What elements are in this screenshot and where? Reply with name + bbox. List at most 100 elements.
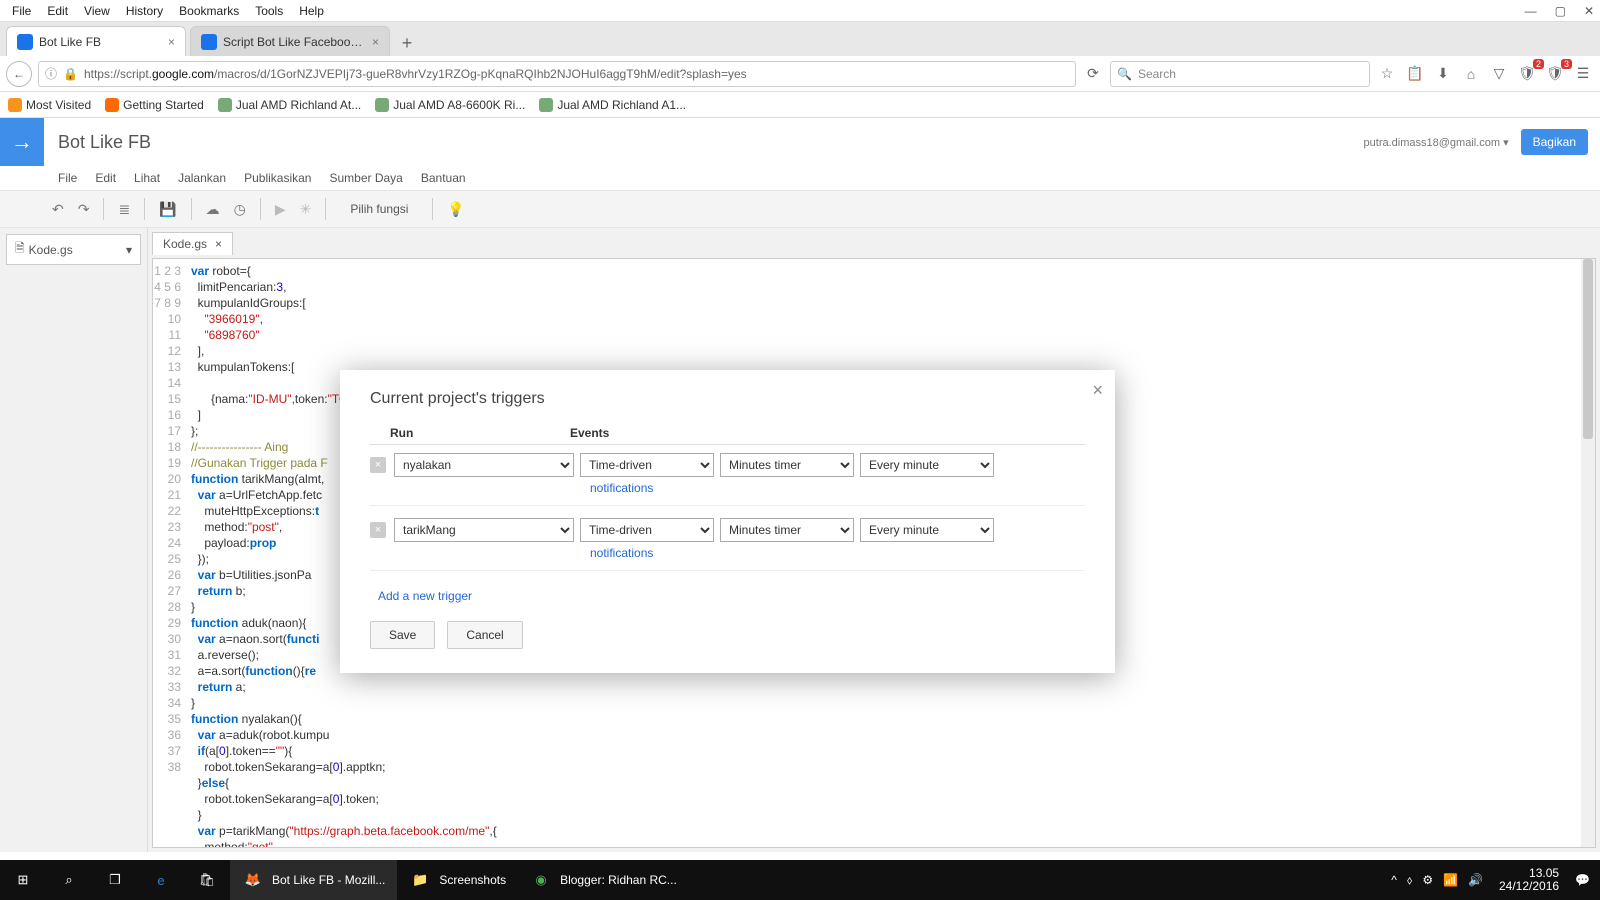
- undo-icon[interactable]: ↶: [52, 201, 64, 218]
- menu-edit[interactable]: Edit: [39, 2, 76, 20]
- menu-bookmarks[interactable]: Bookmarks: [171, 2, 247, 20]
- browser-tab[interactable]: Script Bot Like Facebook -... ×: [190, 26, 390, 56]
- menu-help[interactable]: Help: [291, 2, 332, 20]
- run-select[interactable]: tarikMang: [394, 518, 574, 542]
- menu-tools[interactable]: Tools: [247, 2, 291, 20]
- share-button[interactable]: Bagikan: [1521, 129, 1588, 155]
- bulb-icon[interactable]: 💡: [447, 201, 464, 218]
- timer-type-select[interactable]: Minutes timer: [720, 518, 854, 542]
- gas-menu-run[interactable]: Jalankan: [178, 171, 226, 185]
- gas-menu-view[interactable]: Lihat: [134, 171, 160, 185]
- tray-icon[interactable]: ⬨: [1407, 873, 1412, 888]
- taskbar-item[interactable]: ◉Blogger: Ridhan RC...: [518, 860, 689, 900]
- timer-interval-select[interactable]: Every minute: [860, 518, 994, 542]
- menu-file[interactable]: File: [4, 2, 39, 20]
- reload-button[interactable]: ⟳: [1082, 65, 1104, 82]
- menu-view[interactable]: View: [76, 2, 118, 20]
- gas-menu-help[interactable]: Bantuan: [421, 171, 466, 185]
- close-tab-icon[interactable]: ×: [168, 35, 175, 49]
- bookmark-item[interactable]: Most Visited: [8, 98, 91, 112]
- bookmark-item[interactable]: Jual AMD Richland At...: [218, 98, 361, 112]
- close-window-button[interactable]: ✕: [1584, 4, 1594, 18]
- menu-history[interactable]: History: [118, 2, 171, 20]
- dialog-close-icon[interactable]: ×: [1092, 380, 1103, 401]
- tray-settings-icon[interactable]: ⚙: [1422, 873, 1433, 887]
- tray-wifi-icon[interactable]: 📶: [1443, 873, 1458, 887]
- col-events: Events: [570, 426, 609, 440]
- add-trigger-link[interactable]: Add a new trigger: [370, 575, 1085, 621]
- bookmark-icon: [8, 98, 22, 112]
- home-icon[interactable]: ⌂: [1460, 66, 1482, 82]
- taskbar-item[interactable]: 📁Screenshots: [397, 860, 518, 900]
- back-button[interactable]: ←: [6, 61, 32, 87]
- save-button[interactable]: Save: [370, 621, 435, 649]
- project-title[interactable]: Bot Like FB: [58, 132, 1364, 153]
- search-box[interactable]: 🔍 Search: [1110, 61, 1370, 87]
- clipboard-icon[interactable]: 📋: [1404, 65, 1426, 82]
- file-item[interactable]: 🗎Kode.gs ▾: [6, 234, 141, 265]
- notifications-link[interactable]: notifications: [590, 481, 653, 495]
- editor-tab[interactable]: Kode.gs ×: [152, 232, 233, 255]
- function-selector[interactable]: Pilih fungsi: [340, 202, 418, 216]
- bookmark-item[interactable]: Getting Started: [105, 98, 204, 112]
- pocket-icon[interactable]: ▽: [1488, 65, 1510, 82]
- close-editor-tab-icon[interactable]: ×: [215, 237, 222, 251]
- taskbar-label: Blogger: Ridhan RC...: [560, 873, 677, 887]
- bookmark-star-icon[interactable]: ☆: [1376, 65, 1398, 82]
- taskbar-clock[interactable]: 13.05 24/12/2016: [1493, 867, 1565, 893]
- gas-menu-resources[interactable]: Sumber Daya: [329, 171, 402, 185]
- cancel-button[interactable]: Cancel: [447, 621, 522, 649]
- file-dropdown-icon[interactable]: ▾: [126, 243, 132, 257]
- gas-menu-publish[interactable]: Publikasikan: [244, 171, 311, 185]
- redo-icon[interactable]: ↷: [78, 201, 90, 218]
- gas-menubar: File Edit Lihat Jalankan Publikasikan Su…: [0, 166, 1600, 190]
- gas-menu-file[interactable]: File: [58, 171, 77, 185]
- taskbar-label: Screenshots: [439, 873, 506, 887]
- hamburger-menu-icon[interactable]: ☰: [1572, 65, 1594, 82]
- browser-tab-active[interactable]: Bot Like FB ×: [6, 26, 186, 56]
- timer-type-select[interactable]: Minutes timer: [720, 453, 854, 477]
- close-tab-icon[interactable]: ×: [372, 35, 379, 49]
- tab-favicon-icon: [201, 34, 217, 50]
- tray-volume-icon[interactable]: 🔊: [1468, 873, 1483, 887]
- timer-interval-select[interactable]: Every minute: [860, 453, 994, 477]
- addon-badge-icon[interactable]: 🛡: [1516, 65, 1538, 82]
- gas-toolbar: ↶ ↷ ≣ 💾 ☁ ◷ ▶ ✳ Pilih fungsi 💡: [0, 190, 1600, 228]
- event-select[interactable]: Time-driven: [580, 453, 714, 477]
- gas-menu-edit[interactable]: Edit: [95, 171, 116, 185]
- taskbar-item[interactable]: ⌕: [46, 860, 92, 900]
- cloud-icon[interactable]: ☁: [206, 201, 220, 218]
- account-menu[interactable]: putra.dimass18@gmail.com ▾: [1364, 136, 1509, 149]
- taskbar-item[interactable]: ❐: [92, 860, 138, 900]
- url-box[interactable]: ⓘ 🔒 https://script.google.com/macros/d/1…: [38, 61, 1076, 87]
- site-info-icon[interactable]: ⓘ: [45, 65, 57, 82]
- new-tab-button[interactable]: +: [394, 30, 420, 56]
- taskbar-item[interactable]: 🛍: [184, 860, 230, 900]
- address-bar: ← ⓘ 🔒 https://script.google.com/macros/d…: [0, 56, 1600, 92]
- downloads-icon[interactable]: ⬇: [1432, 65, 1454, 82]
- taskbar-item[interactable]: e: [138, 860, 184, 900]
- notification-center-icon[interactable]: 💬: [1575, 873, 1590, 887]
- clock-icon[interactable]: ◷: [234, 201, 246, 218]
- run-select[interactable]: nyalakan: [394, 453, 574, 477]
- indent-icon[interactable]: ≣: [118, 201, 130, 218]
- bookmark-item[interactable]: Jual AMD A8-6600K Ri...: [375, 98, 525, 112]
- minimize-button[interactable]: —: [1525, 4, 1537, 18]
- bookmark-item[interactable]: Jual AMD Richland A1...: [539, 98, 686, 112]
- event-select[interactable]: Time-driven: [580, 518, 714, 542]
- delete-trigger-icon[interactable]: ×: [370, 522, 386, 538]
- run-icon[interactable]: ▶: [275, 201, 286, 218]
- scrollbar-thumb[interactable]: [1583, 259, 1593, 439]
- col-run: Run: [370, 426, 570, 440]
- delete-trigger-icon[interactable]: ×: [370, 457, 386, 473]
- tray-expand-icon[interactable]: ^: [1391, 873, 1397, 887]
- addon-badge-icon[interactable]: 🛡: [1544, 65, 1566, 82]
- taskbar-item[interactable]: ⊞: [0, 860, 46, 900]
- gas-back-arrow-icon[interactable]: →: [0, 118, 44, 166]
- maximize-button[interactable]: ▢: [1555, 4, 1566, 18]
- save-icon[interactable]: 💾: [159, 201, 176, 218]
- notifications-link[interactable]: notifications: [590, 546, 653, 560]
- editor-scrollbar[interactable]: [1581, 259, 1595, 847]
- debug-icon[interactable]: ✳: [300, 201, 312, 218]
- taskbar-item[interactable]: 🦊Bot Like FB - Mozill...: [230, 860, 397, 900]
